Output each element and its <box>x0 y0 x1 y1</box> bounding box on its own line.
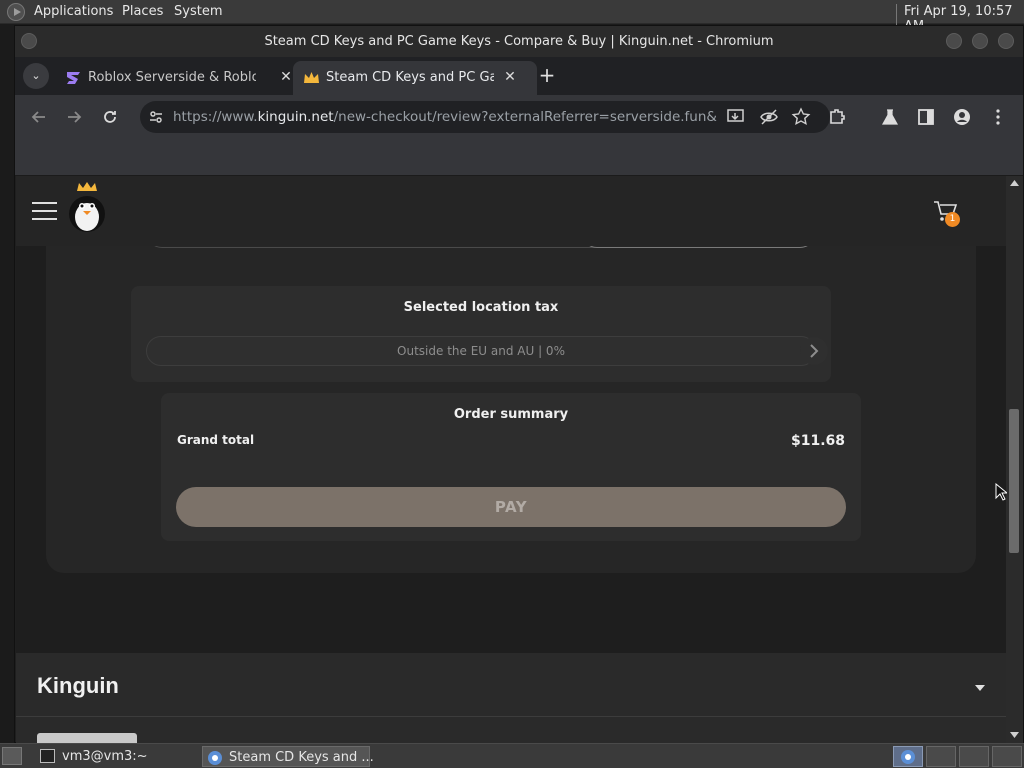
taskbar-terminal[interactable]: vm3@vm3:~ <box>36 746 196 767</box>
gnome-foot-icon[interactable] <box>7 3 25 21</box>
kinguin-crown-favicon-icon <box>304 72 319 83</box>
back-icon[interactable] <box>29 107 49 127</box>
bottom-taskbar: vm3@vm3:~ Steam CD Keys and ... <box>0 743 1024 768</box>
chromium-icon <box>208 751 222 765</box>
workspace-switcher-2[interactable] <box>926 746 956 767</box>
grand-total-value: $11.68 <box>790 433 845 449</box>
show-desktop-icon[interactable] <box>2 747 22 765</box>
site-info-icon[interactable] <box>149 110 163 124</box>
url-text[interactable]: https://www.kinguin.net/new-checkout/rev… <box>173 109 718 125</box>
new-tab-button[interactable]: + <box>537 65 557 85</box>
places-menu[interactable]: Places <box>122 4 163 19</box>
site-header: 1 <box>16 176 1006 246</box>
tab-roblox[interactable]: Roblox Serverside & Roblox E ✕ <box>55 61 292 95</box>
window-titlebar[interactable]: Steam CD Keys and PC Game Keys - Compare… <box>15 26 1023 57</box>
bookmarks-bar <box>15 139 1023 176</box>
browser-toolbar: https://www.kinguin.net/new-checkout/rev… <box>15 95 1023 139</box>
close-window-icon[interactable] <box>998 33 1014 49</box>
site-footer: Kinguin <box>16 653 1006 743</box>
page-viewport: Selected location tax Outside the EU and… <box>16 176 1006 743</box>
tab-kinguin[interactable]: Steam CD Keys and PC Game ✕ <box>293 61 537 95</box>
terminal-icon <box>40 749 55 763</box>
mouse-cursor-icon <box>995 483 1007 501</box>
url-path: /new-checkout/review?externalReferrer=se… <box>333 109 718 125</box>
extensions-icon[interactable] <box>827 107 847 127</box>
footer-next-heading-cutoff <box>37 733 137 743</box>
tab-label: Steam CD Keys and PC Game <box>326 70 494 85</box>
chevron-right-icon <box>800 337 828 365</box>
taskbar-chromium[interactable]: Steam CD Keys and ... <box>202 746 374 767</box>
tax-title: Selected location tax <box>403 300 559 315</box>
page-scrollbar[interactable] <box>1006 176 1023 743</box>
workspace-switcher-4[interactable] <box>992 746 1022 767</box>
tab-label: Roblox Serverside & Roblox E <box>88 70 256 85</box>
grand-total-label: Grand total <box>177 433 255 447</box>
pay-button[interactable]: PAY <box>176 487 846 527</box>
profile-avatar-icon[interactable] <box>952 107 972 127</box>
applications-menu[interactable]: Applications <box>34 4 113 19</box>
chromium-mini-icon <box>901 750 915 764</box>
minimize-icon[interactable] <box>946 33 962 49</box>
scrollbar-thumb[interactable] <box>1009 409 1019 553</box>
taskbar-terminal-label: vm3@vm3:~ <box>62 749 148 764</box>
order-summary-panel: Order summary Grand total $11.68 PAY <box>161 393 861 541</box>
chrome-menu-icon[interactable] <box>988 107 1008 127</box>
forward-icon[interactable] <box>64 107 84 127</box>
url-prefix: https://www. <box>173 109 258 125</box>
footer-divider <box>16 716 1006 717</box>
order-summary-title: Order summary <box>453 407 569 422</box>
labs-flask-icon[interactable] <box>880 107 900 127</box>
address-bar[interactable]: https://www.kinguin.net/new-checkout/rev… <box>140 101 830 133</box>
side-panel-icon[interactable] <box>916 107 936 127</box>
eye-off-icon[interactable] <box>759 108 779 126</box>
chromium-window: Steam CD Keys and PC Game Keys - Compare… <box>14 25 1024 743</box>
checkout-card: Selected location tax Outside the EU and… <box>46 216 976 573</box>
tab-search-icon[interactable]: ⌄ <box>23 63 49 89</box>
reload-icon[interactable] <box>100 107 120 127</box>
footer-brand-heading[interactable]: Kinguin <box>37 673 119 699</box>
tax-panel: Selected location tax Outside the EU and… <box>131 286 831 382</box>
hamburger-menu-icon[interactable] <box>32 202 57 220</box>
taskbar-chromium-label: Steam CD Keys and ... <box>229 750 374 765</box>
maximize-icon[interactable] <box>972 33 988 49</box>
caret-down-icon[interactable] <box>974 684 986 692</box>
cart-count-badge: 1 <box>945 212 960 227</box>
tax-location-select[interactable]: Outside the EU and AU | 0% <box>146 336 828 366</box>
bookmark-star-icon[interactable] <box>791 107 811 127</box>
url-host: kinguin.net <box>257 109 334 125</box>
tax-location-value: Outside the EU and AU | 0% <box>397 344 565 358</box>
scroll-down-icon[interactable] <box>1010 732 1019 738</box>
install-app-icon[interactable] <box>726 108 746 126</box>
system-menu[interactable]: System <box>174 4 222 19</box>
window-title: Steam CD Keys and PC Game Keys - Compare… <box>264 34 774 49</box>
kinguin-logo-icon[interactable] <box>67 181 107 233</box>
serverside-favicon-icon <box>67 72 80 84</box>
scroll-up-icon[interactable] <box>1010 180 1019 186</box>
tab-close-icon[interactable]: ✕ <box>501 68 519 86</box>
tab-strip: ⌄ Roblox Serverside & Roblox E ✕ Steam C… <box>15 57 1023 95</box>
top-panel: Applications Places System Fri Apr 19, 1… <box>0 0 1024 34</box>
workspace-switcher-1[interactable] <box>893 746 923 767</box>
workspace-switcher-3[interactable] <box>959 746 989 767</box>
